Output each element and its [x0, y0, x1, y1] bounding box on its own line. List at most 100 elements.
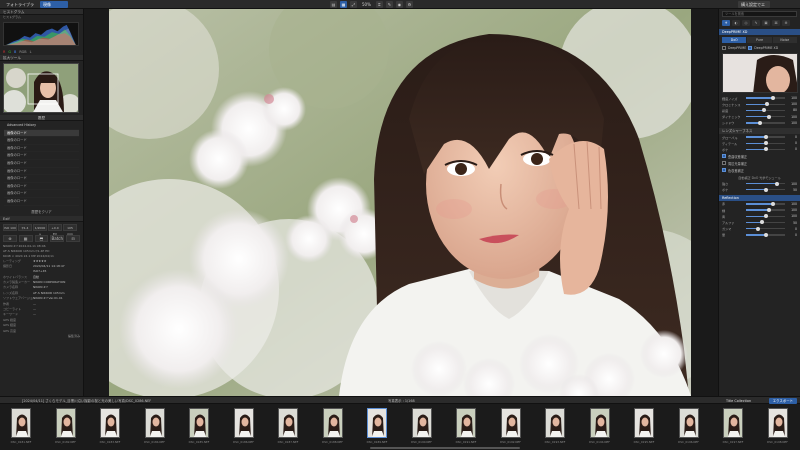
- filmstrip-thumbnail[interactable]: [767, 408, 788, 438]
- noise-reduction-header[interactable]: DeepPRIME XD: [719, 29, 800, 35]
- channel-indicator[interactable]: RGB: [19, 50, 26, 54]
- slider-value[interactable]: 100: [787, 214, 797, 218]
- pen-icon[interactable]: ✎: [385, 1, 393, 8]
- filmstrip-thumbnail[interactable]: [189, 408, 209, 438]
- slider-value[interactable]: 0: [787, 233, 797, 237]
- settings-icon[interactable]: ⚙: [782, 20, 790, 26]
- local-adjust-icon[interactable]: ✎: [752, 20, 760, 26]
- slider-knob[interactable]: [757, 120, 762, 125]
- slider-value[interactable]: 80: [787, 108, 797, 112]
- filmstrip-thumbnail[interactable]: [100, 408, 120, 438]
- slider-knob[interactable]: [767, 208, 772, 213]
- filmstrip-thumbnail[interactable]: [723, 408, 743, 438]
- filmstrip-thumbnail[interactable]: [411, 408, 432, 438]
- channel-indicator[interactable]: L: [30, 50, 32, 54]
- slider-knob[interactable]: [763, 141, 768, 146]
- slider-track[interactable]: [746, 114, 785, 119]
- filmstrip-thumbnail[interactable]: [545, 408, 565, 438]
- list-item[interactable]: 画像のロード: [4, 152, 79, 160]
- filmstrip-thumbnail[interactable]: [233, 408, 254, 438]
- slider-knob[interactable]: [763, 187, 768, 192]
- filmstrip-thumbnail[interactable]: [322, 408, 343, 438]
- slider-track[interactable]: [746, 120, 785, 125]
- watermark-icon[interactable]: ⌘: [772, 20, 780, 26]
- slider-track[interactable]: [746, 102, 785, 107]
- zoom-level[interactable]: 50%: [360, 1, 373, 8]
- radio-deepprime-xd[interactable]: [748, 46, 753, 50]
- list-item[interactable]: Advanced History: [4, 122, 79, 130]
- channel-indicator[interactable]: B: [14, 50, 16, 54]
- slider-track[interactable]: [746, 108, 785, 113]
- slider-value[interactable]: 100: [787, 96, 797, 100]
- slider-track[interactable]: [746, 147, 785, 152]
- slider-knob[interactable]: [755, 226, 760, 231]
- collapse-icon[interactable]: ⊟: [66, 234, 80, 242]
- list-item[interactable]: 画像のロード: [4, 137, 79, 145]
- navigator-thumbnail[interactable]: [3, 63, 79, 113]
- tool-search-input[interactable]: ツールを検索: [722, 11, 797, 17]
- checkbox[interactable]: [722, 168, 726, 172]
- tab-photo-library[interactable]: フォトライブラリ: [3, 1, 39, 14]
- loupe-preview[interactable]: [722, 53, 798, 93]
- slider-value[interactable]: 50: [787, 221, 797, 225]
- slider-knob[interactable]: [763, 134, 768, 139]
- export-button[interactable]: 構え設定でエクスポート: [738, 1, 770, 14]
- filmstrip-thumbnail[interactable]: [11, 408, 31, 438]
- checkbox[interactable]: [722, 154, 726, 158]
- filmstrip-scrollbar[interactable]: [370, 447, 520, 449]
- navigator-header[interactable]: 拡大ツール: [0, 55, 83, 61]
- slider-value[interactable]: 100: [787, 121, 797, 125]
- slider-knob[interactable]: [763, 232, 768, 237]
- slider-value[interactable]: 100: [787, 115, 797, 119]
- clear-history-button[interactable]: 履歴をクリア: [0, 207, 83, 216]
- list-item[interactable]: 画像のロード: [4, 175, 79, 183]
- geometry-icon[interactable]: ▣: [762, 20, 770, 26]
- grid-icon[interactable]: ▦: [18, 234, 33, 242]
- radio-deepprime[interactable]: [722, 46, 726, 50]
- slider-knob[interactable]: [775, 181, 780, 186]
- crop-icon[interactable]: ⌗: [375, 1, 383, 8]
- slider-knob[interactable]: [771, 201, 776, 206]
- slider-knob[interactable]: [763, 147, 768, 152]
- color-icon[interactable]: ◐: [732, 20, 740, 26]
- split-icon[interactable]: ⬒: [34, 234, 49, 242]
- slider-value[interactable]: 0: [787, 141, 797, 145]
- light-icon[interactable]: ☀: [722, 20, 730, 26]
- slider-value[interactable]: 100: [787, 202, 797, 206]
- slider-knob[interactable]: [771, 96, 776, 100]
- slider-value[interactable]: 100: [787, 102, 797, 106]
- mode-option[interactable]: Noise: [772, 37, 797, 43]
- zoom-in-icon[interactable]: ⊕: [3, 234, 17, 242]
- list-item[interactable]: 画像のロード: [4, 160, 79, 168]
- slider-knob[interactable]: [763, 214, 768, 219]
- filmstrip-thumbnail[interactable]: [144, 408, 165, 438]
- filmstrip-thumbnail[interactable]: [456, 408, 476, 438]
- slider-track[interactable]: [746, 220, 785, 225]
- slider-track[interactable]: [746, 208, 785, 213]
- list-item[interactable]: 画像のロード: [4, 168, 79, 176]
- detail-icon[interactable]: ◎: [742, 20, 750, 26]
- filmstrip-thumbnail[interactable]: [367, 408, 387, 438]
- slider-track[interactable]: [746, 226, 785, 231]
- checkbox[interactable]: [722, 161, 726, 165]
- filmstrip-thumbnail[interactable]: [589, 408, 610, 438]
- list-item[interactable]: 画像のロード: [4, 198, 79, 206]
- slider-knob[interactable]: [759, 220, 764, 225]
- slider-value[interactable]: 0: [787, 227, 797, 231]
- slider-knob[interactable]: [765, 102, 770, 107]
- slider-track[interactable]: [746, 96, 785, 100]
- slider-track[interactable]: [746, 214, 785, 219]
- slider-value[interactable]: 100: [787, 208, 797, 212]
- filmstrip-thumbnail[interactable]: [278, 408, 298, 438]
- slider-track[interactable]: [746, 201, 785, 206]
- compare-icon[interactable]: ▤: [330, 1, 337, 8]
- list-item[interactable]: 画像のロード: [4, 129, 79, 138]
- slider-value[interactable]: 0: [787, 147, 797, 151]
- batch-button[interactable]: Batch: [50, 234, 65, 242]
- slider-track[interactable]: [746, 181, 785, 186]
- slider-knob[interactable]: [767, 114, 772, 119]
- filmstrip-thumbnail[interactable]: [678, 408, 699, 438]
- filmstrip-thumbnail[interactable]: [500, 408, 521, 438]
- mode-option[interactable]: DxO: [722, 37, 747, 43]
- grid-icon[interactable]: ▦: [340, 1, 347, 8]
